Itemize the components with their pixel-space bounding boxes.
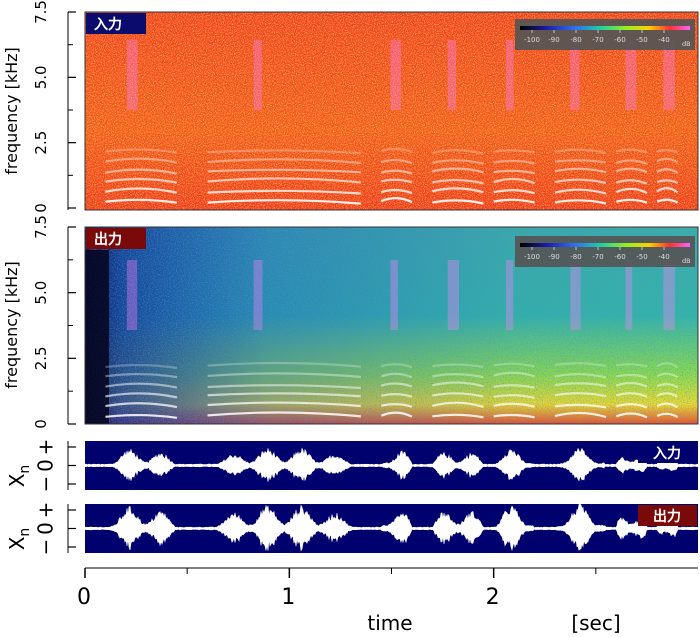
yaxis-tick-label: 0 [34, 522, 58, 535]
yaxis-tick-label: + [34, 502, 58, 519]
colorbar-tick-label: -50 [636, 253, 647, 261]
colorbar-tick-label: -60 [614, 253, 625, 261]
colorbar-output: -100 -90 -80 -70 -60 -50 -40 dB [515, 236, 695, 267]
yaxis-tick-label: 0 [32, 203, 50, 213]
xaxis-label: time [367, 611, 412, 635]
colorbar-tick-label: -100 [524, 36, 540, 44]
colorbar-output-unit: dB [682, 257, 691, 265]
yaxis-tick-label: 7.5 [32, 0, 50, 24]
colorbar-tick-label: -90 [548, 253, 559, 261]
colorbar-tick-label: -70 [592, 36, 603, 44]
colorbar-input: -100 -90 -80 -70 -60 -50 -40 dB [515, 19, 695, 50]
yaxis-waveform-input: − 0 + Xn [5, 439, 76, 493]
spectrogram-input-panel: 入力 -100 -90 -80 -70 -60 -50 -40 dB [84, 11, 699, 211]
yaxis-tick-label: − [34, 539, 58, 556]
yaxis-tick-label: 0 [32, 419, 50, 429]
xaxis-ticks: 0 1 2 [77, 568, 597, 610]
colorbar-output-box [515, 236, 695, 267]
yaxis-spectrogram-output: 0 2.5 5.0 7.5 frequency [kHz] [2, 215, 76, 429]
waveform-input-badge-label: 入力 [653, 445, 681, 462]
spectrogram-output-panel: 出力 -100 -90 -80 -70 -60 -50 -40 dB [84, 226, 699, 425]
yaxis-label-spectrogram-input: frequency [kHz] [2, 47, 21, 175]
colorbar-tick-label: -60 [614, 36, 625, 44]
xaxis-tick-label: 1 [281, 585, 295, 610]
yaxis-label-waveform-input: Xn [5, 465, 33, 488]
xaxis-tick-label: 2 [486, 585, 500, 610]
waveform-input-panel: 入力 [84, 441, 699, 490]
colorbar-tick-label: -80 [570, 36, 581, 44]
yaxis-tick-label: − [34, 476, 58, 493]
colorbar-tick-label: -80 [570, 253, 581, 261]
yaxis-waveform-output: − 0 + Xn [5, 502, 76, 556]
yaxis-tick-label: 5.0 [32, 281, 50, 305]
spectrogram-input-badge-label: 入力 [94, 16, 122, 33]
yaxis-tick-label: 7.5 [32, 215, 50, 239]
colorbar-tick-label: -70 [592, 253, 603, 261]
spectrogram-output-onset [85, 250, 109, 424]
colorbar-tick-label: -90 [548, 36, 559, 44]
xaxis-tick-label: 0 [77, 585, 91, 610]
colorbar-tick-label: -100 [524, 253, 540, 261]
waveform-output-panel: 出力 [84, 503, 699, 553]
colorbar-tick-label: -40 [658, 36, 669, 44]
colorbar-output-gradient [520, 243, 690, 247]
colorbar-input-gradient [520, 26, 690, 30]
yaxis-tick-label: + [34, 439, 58, 456]
xaxis: 0 1 2 time [sec] [77, 567, 698, 635]
waveform-output-badge-label: 出力 [653, 508, 681, 525]
figure: 入力 -100 -90 -80 -70 -60 -50 -40 dB 出力 -100 -90-… [2, 0, 699, 635]
colorbar-input-box [515, 19, 695, 50]
colorbar-tick-label: -40 [658, 253, 669, 261]
yaxis-tick-label: 2.5 [32, 131, 50, 155]
colorbar-input-unit: dB [682, 40, 691, 48]
spectrogram-output-badge-label: 出力 [94, 231, 122, 248]
yaxis-spectrogram-input: 0 2.5 5.0 7.5 frequency [kHz] [2, 0, 76, 213]
yaxis-tick-label: 2.5 [32, 346, 50, 370]
yaxis-tick-label: 0 [34, 459, 58, 472]
yaxis-label-waveform-output: Xn [5, 528, 33, 551]
yaxis-tick-label: 5.0 [32, 65, 50, 89]
colorbar-tick-label: -50 [636, 36, 647, 44]
xaxis-unit: [sec] [571, 611, 620, 635]
yaxis-label-spectrogram-output: frequency [kHz] [2, 261, 21, 389]
